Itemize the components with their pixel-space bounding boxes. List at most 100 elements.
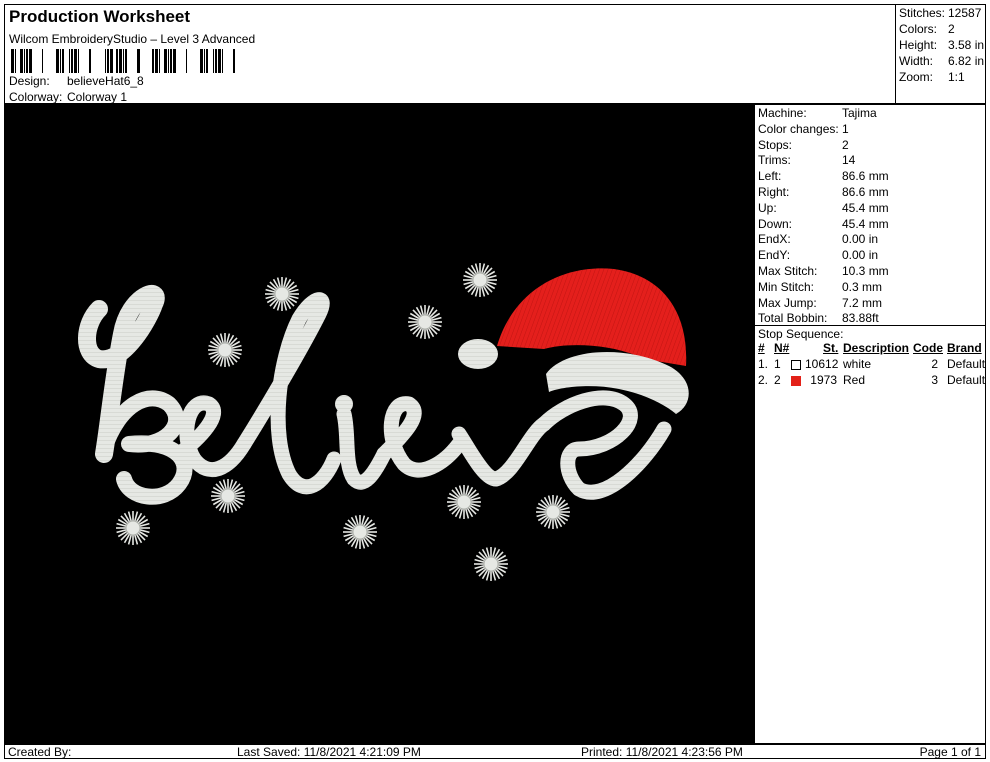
detail-value: 0.3 mm [842,279,883,294]
snowflake-icon [447,485,481,519]
table-row: 2. 2 1973 Red 3 Default [755,373,985,389]
printed-date: Printed: 11/8/2021 4:23:56 PM [581,745,743,759]
row-code: 2 [931,357,938,371]
detail-label: Max Jump: [758,295,817,310]
snowflake-icon [536,495,570,529]
detail-row: Total Bobbin: 83.88ft [758,311,879,325]
detail-value: 2 [842,137,849,152]
detail-label: Color changes: [758,121,839,136]
detail-label: Trims: [758,153,791,168]
detail-row: Color changes: 1 [758,122,849,136]
col-brand: Brand [947,341,982,355]
row-description: white [843,357,872,371]
detail-value: 45.4 mm [842,200,889,215]
detail-row: Down: 45.4 mm [758,217,889,231]
detail-row: EndX: 0.00 in [758,232,878,246]
page-number: Page 1 of 1 [919,745,981,759]
snowflake-icon [211,479,245,513]
created-by: Created By: [8,745,72,759]
detail-row: EndY: 0.00 in [758,248,878,262]
worksheet-title: Production Worksheet [9,7,191,26]
zoom-row: Zoom: 1:1 [899,70,965,84]
detail-row: Max Jump: 7.2 mm [758,296,882,310]
row-stitches: 10612 [805,357,839,371]
detail-value: 83.88ft [842,311,879,326]
stitches-row: Stitches: 12587 [899,6,981,20]
col-needle: N# [774,341,790,355]
detail-row: Stops: 2 [758,138,849,152]
height-value: 3.58 in [948,38,985,52]
row-needle: 1 [774,357,781,371]
detail-row: Left: 86.6 mm [758,169,889,183]
row-stitches: 1973 [810,373,837,387]
snowflake-icon [463,263,497,297]
detail-row: Machine: Tajima [758,106,877,120]
row-description: Red [843,373,866,387]
design-value: believeHat6_8 [67,74,144,88]
snowflake-icon [343,515,377,549]
machine-info-panel: Stop Sequence: # N# St. Description Code… [754,104,986,744]
colors-value: 2 [948,22,955,36]
row-num: 2. [758,373,769,387]
zoom-value: 1:1 [948,70,965,84]
detail-label: Stops: [758,137,793,152]
detail-row: Max Stitch: 10.3 mm [758,264,889,278]
row-num: 1. [758,357,769,371]
detail-row: Trims: 14 [758,153,855,167]
snowflake-icon [265,277,299,311]
detail-value: 0.00 in [842,232,879,247]
height-row: Height: 3.58 in [899,38,984,52]
zoom-label: Zoom: [899,70,934,84]
design-label: Design: [9,74,50,88]
width-value: 6.82 in [948,54,985,68]
worksheet-header: Production Worksheet Wilcom EmbroiderySt… [4,4,895,104]
detail-label: Up: [758,200,777,215]
row-brand: Default [947,357,986,371]
snowflake-icon [116,511,150,545]
embroidery-design [78,263,689,581]
colorway-field: Colorway: Colorway 1 [9,90,127,104]
detail-value: 86.6 mm [842,169,889,184]
worksheet-footer: Created By: Last Saved: 11/8/2021 4:21:0… [4,744,986,759]
barcode [11,49,235,73]
snowflake-icon [474,547,508,581]
detail-label: Max Stitch: [758,264,818,278]
colors-label: Colors: [899,22,938,36]
color-swatch [791,376,801,386]
detail-label: Right: [758,185,790,199]
detail-value: 14 [842,153,856,168]
detail-value: 0.00 in [842,248,879,263]
last-saved: Last Saved: 11/8/2021 4:21:09 PM [237,745,421,759]
row-brand: Default [947,373,986,387]
detail-label: Down: [758,216,793,231]
detail-row: Min Stitch: 0.3 mm [758,280,882,294]
table-row: 1. 1 10612 white 2 Default [755,357,985,373]
height-label: Height: [899,38,938,52]
row-code: 3 [931,373,938,387]
detail-value: Tajima [842,106,877,120]
width-label: Width: [899,54,934,68]
col-num: # [758,341,765,355]
detail-row: Up: 45.4 mm [758,201,889,215]
software-name: Wilcom EmbroideryStudio – Level 3 Advanc… [9,32,256,46]
stitches-value: 12587 [948,6,982,20]
stitches-label: Stitches: [899,6,946,20]
santa-hat-icon [458,268,689,414]
snowflake-icon [208,333,242,367]
detail-value: 7.2 mm [842,295,883,310]
snowflake-icon [408,305,442,339]
design-field: Design: believeHat6_8 [9,74,144,88]
detail-label: EndX: [758,232,791,247]
colorway-value: Colorway 1 [67,90,128,104]
detail-value: 86.6 mm [842,185,889,199]
detail-value: 10.3 mm [842,264,889,278]
detail-label: Total Bobbin: [758,311,828,326]
color-swatch [791,360,801,370]
col-code: Code [913,341,943,355]
detail-label: Left: [758,169,782,184]
table-header: # N# St. Description Code Brand [755,341,985,357]
stop-sequence-table: # N# St. Description Code Brand 1. 1 106… [755,341,985,389]
detail-label: Machine: [758,106,807,120]
width-row: Width: 6.82 in [899,54,984,68]
col-stitches: St. [823,341,839,355]
